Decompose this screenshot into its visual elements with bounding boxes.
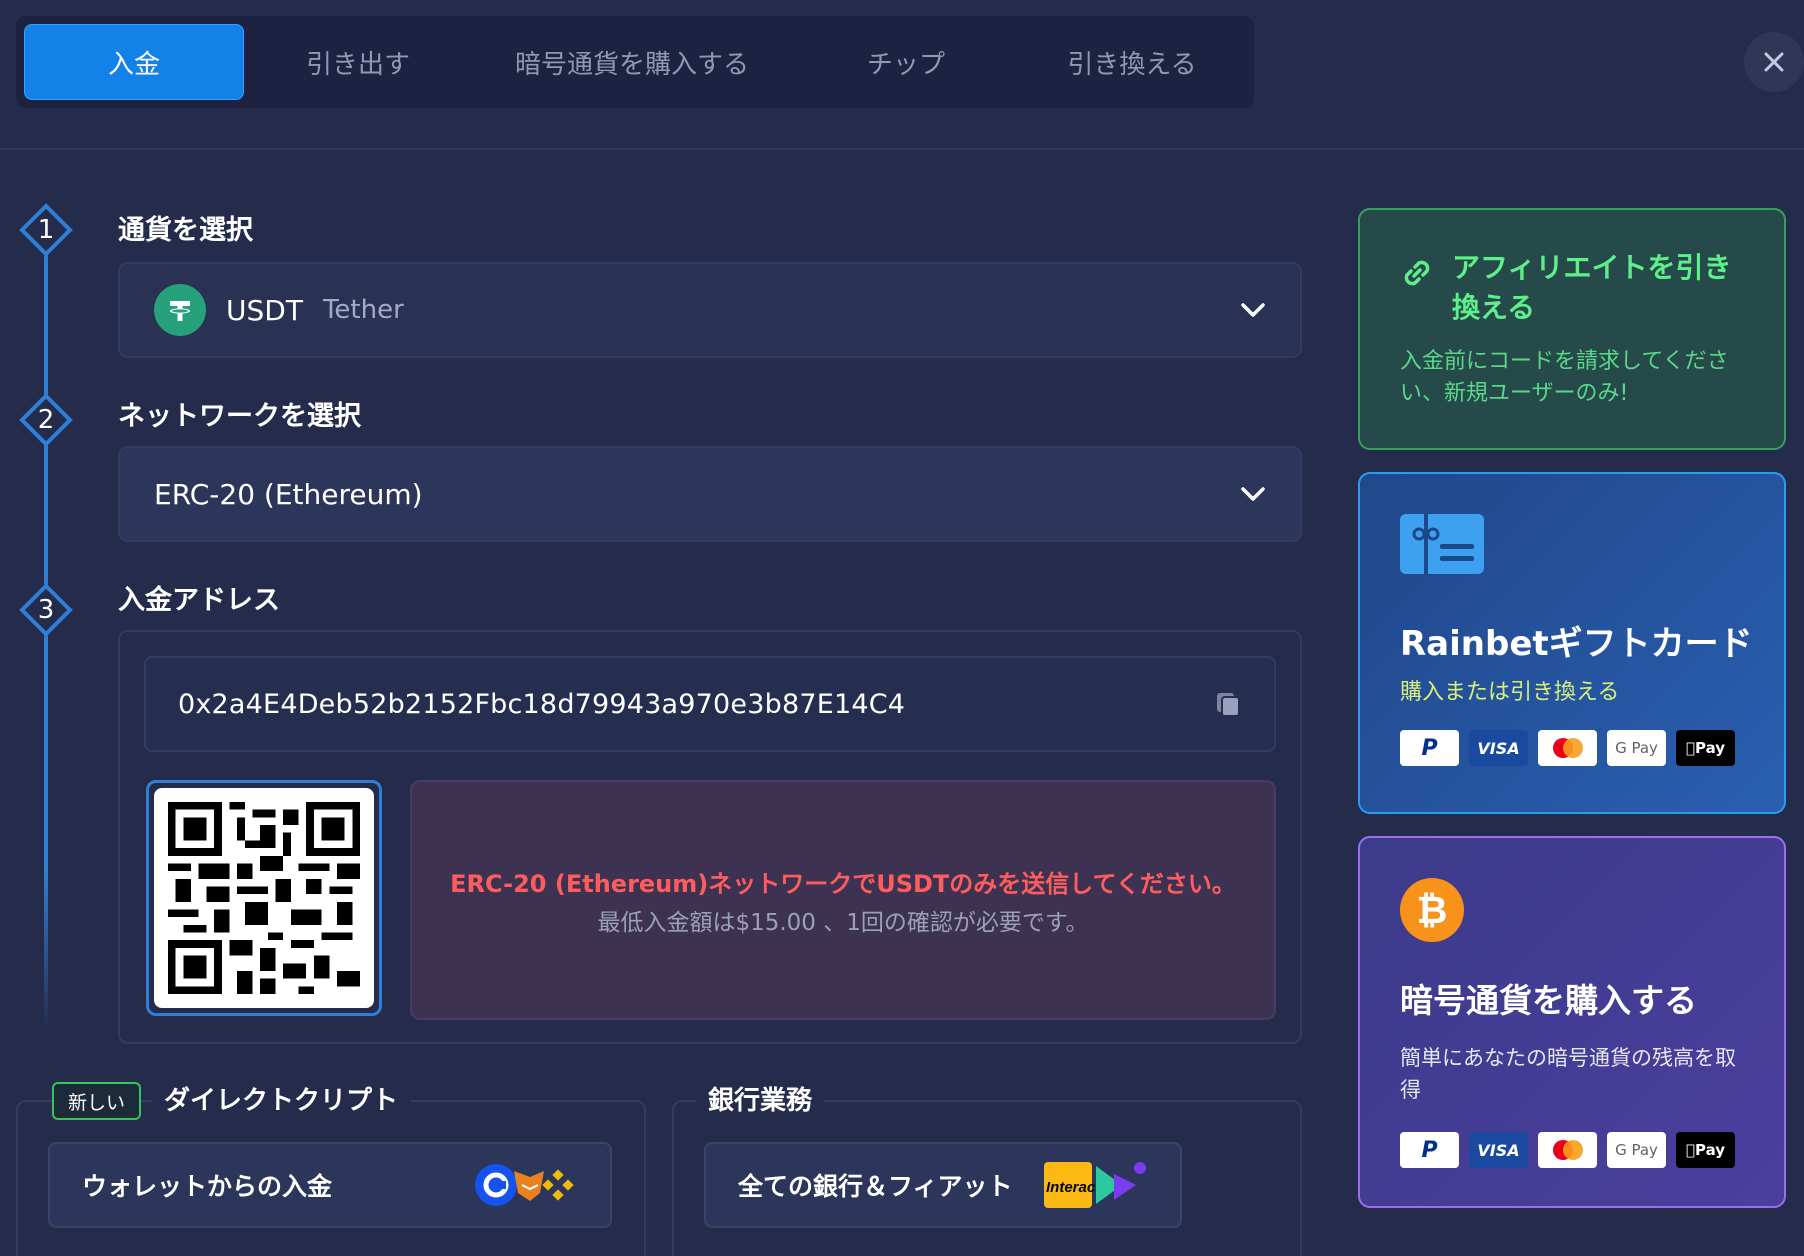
new-badge: 新しい [52,1082,142,1120]
bank-fiat-button[interactable]: 全ての銀行＆フィアット Interac [704,1142,1182,1228]
buy-crypto-title: 暗号通貨を購入する [1400,981,1697,1020]
wallet-deposit-button[interactable]: ウォレットからの入金 [48,1142,612,1228]
chevron-down-icon [1241,303,1265,317]
tab-deposit[interactable]: 入金 [24,24,244,100]
tab-tip[interactable]: チップ [796,24,1016,100]
close-icon [1764,52,1784,72]
affiliate-title: アフィリエイトを引き換える [1452,251,1732,324]
mastercard-icon [1538,730,1597,766]
gift-card-subtitle: 購入または引き換える [1400,680,1620,705]
visa-icon: VISA [1469,1132,1528,1168]
google-pay-icon: G Pay [1607,1132,1666,1168]
svg-text:₿: ₿ [1417,888,1448,932]
payment-logos: P VISA G Pay Pay [1400,1132,1735,1168]
tab-buy-crypto[interactable]: 暗号通貨を購入する [472,24,792,100]
mastercard-icon [1538,1132,1597,1168]
network-value: ERC-20 (Ethereum) [154,477,423,511]
banking-title: 銀行業務 [696,1080,825,1117]
chevron-down-icon [1241,487,1265,501]
gift-card-promo[interactable]: Rainbetギフトカード 購入または引き換える P VISA G Pay P… [1358,472,1786,814]
bank-logos-icon: Interac [1044,1162,1146,1208]
copy-icon[interactable] [1214,690,1242,718]
buy-crypto-description: 簡単にあなたの暗号通貨の残高を取得 [1400,1046,1736,1102]
qr-code-icon [168,802,360,994]
apple-pay-icon: Pay [1676,730,1735,766]
close-button[interactable] [1744,32,1804,92]
bank-fiat-label: 全ての銀行＆フィアット [738,1172,1013,1201]
step-marker-3: 3 [18,582,74,638]
affiliate-card[interactable]: アフィリエイトを引き換える 入金前にコードを請求してください、新規ユーザーのみ! [1358,208,1786,450]
bitcoin-icon: ₿ [1400,878,1464,942]
paypal-icon: P [1400,730,1459,766]
direct-crypto-title: ダイレクトクリプト [152,1080,411,1117]
step-marker-1: 1 [18,202,74,258]
currency-name: Tether [322,295,404,325]
deposit-tabs: 入金 引き出す 暗号通貨を購入する チップ 引き換える [16,16,1254,108]
usdt-icon [154,284,206,336]
tab-withdraw[interactable]: 引き出す [248,24,468,100]
wallet-deposit-label: ウォレットからの入金 [82,1172,333,1201]
minimum-deposit-note: 最低入金額は$15.00 、1回の確認が必要です。 [597,909,1089,936]
currency-select[interactable]: USDT Tether [118,262,1302,358]
tab-redeem[interactable]: 引き換える [1020,24,1244,100]
gift-card-title: Rainbetギフトカード [1400,624,1753,664]
warning-text: ERC-20 (Ethereum)ネットワークでUSDTのみを送信してください。 [450,869,1236,898]
link-icon [1404,260,1430,286]
header-divider [0,148,1804,150]
deposit-address: 0x2a4E4Deb52b2152Fbc18d79943a970e3b87E14… [178,688,906,720]
step-marker-2: 2 [18,392,74,448]
wallet-logos-icon [475,1164,574,1206]
visa-icon: VISA [1469,730,1528,766]
network-select[interactable]: ERC-20 (Ethereum) [118,446,1302,542]
gift-card-icon [1400,514,1484,574]
qr-code [146,780,382,1016]
paypal-icon: P [1400,1132,1459,1168]
deposit-address-panel: 0x2a4E4Deb52b2152Fbc18d79943a970e3b87E14… [118,630,1302,1044]
google-pay-icon: G Pay [1607,730,1666,766]
step-title-network: ネットワークを選択 [118,401,361,432]
payment-logos: P VISA G Pay Pay [1400,730,1735,766]
affiliate-description: 入金前にコードを請求してください、新規ユーザーのみ! [1400,349,1729,406]
buy-crypto-card[interactable]: ₿ 暗号通貨を購入する 簡単にあなたの暗号通貨の残高を取得 P VISA G P… [1358,836,1786,1208]
step-title-address: 入金アドレス [118,585,280,616]
interac-logo-text: Interac [1046,1179,1096,1196]
currency-code: USDT [226,293,303,327]
deposit-address-field[interactable]: 0x2a4E4Deb52b2152Fbc18d79943a970e3b87E14… [144,656,1276,752]
step-title-currency: 通貨を選択 [118,215,253,246]
network-warning: ERC-20 (Ethereum)ネットワークでUSDTのみを送信してください。… [410,780,1276,1020]
apple-pay-icon: Pay [1676,1132,1735,1168]
